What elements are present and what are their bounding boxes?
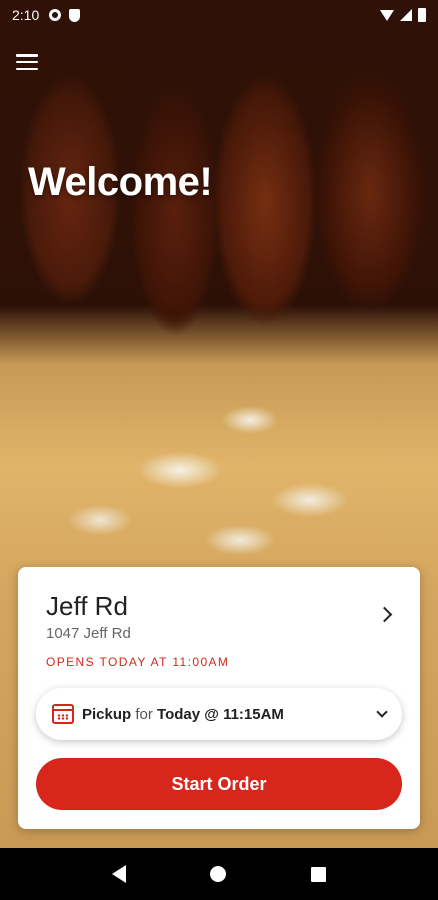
pickup-time-selector[interactable]: Pickup for Today @ 11:15AM xyxy=(36,688,402,740)
wifi-icon xyxy=(380,9,394,21)
welcome-heading: Welcome! xyxy=(28,160,213,204)
location-selector[interactable]: Jeff Rd 1047 Jeff Rd OPENS TODAY AT 11:0… xyxy=(18,567,420,677)
recents-icon[interactable] xyxy=(310,866,326,882)
back-icon[interactable] xyxy=(112,865,127,883)
signal-icon xyxy=(400,9,412,21)
status-time: 2:10 xyxy=(12,7,40,23)
pickup-text: Pickup for Today @ 11:15AM xyxy=(82,706,284,723)
gear-icon xyxy=(49,9,62,21)
location-hours: OPENS TODAY AT 11:00AM xyxy=(46,655,230,669)
location-name: Jeff Rd xyxy=(46,591,128,621)
shield-icon xyxy=(69,8,81,22)
pickup-time: Today @ 11:15AM xyxy=(157,705,284,723)
location-address: 1047 Jeff Rd xyxy=(46,625,131,642)
home-icon[interactable] xyxy=(210,866,227,882)
chevron-right-icon xyxy=(376,606,393,623)
calendar-icon xyxy=(52,704,74,724)
home-screen: 2:10 Welcome! Jeff Rd 1047 Jeff Rd OPENS… xyxy=(0,0,438,848)
hamburger-menu-icon[interactable] xyxy=(16,52,38,72)
android-nav-bar xyxy=(0,848,438,900)
pickup-mode: Pickup xyxy=(82,705,132,723)
location-card: Jeff Rd 1047 Jeff Rd OPENS TODAY AT 11:0… xyxy=(18,567,420,829)
chevron-down-icon xyxy=(376,706,388,718)
pickup-connector: for xyxy=(135,705,153,723)
battery-icon xyxy=(418,8,426,22)
status-bar: 2:10 xyxy=(0,0,438,30)
start-order-button[interactable]: Start Order xyxy=(36,758,402,810)
